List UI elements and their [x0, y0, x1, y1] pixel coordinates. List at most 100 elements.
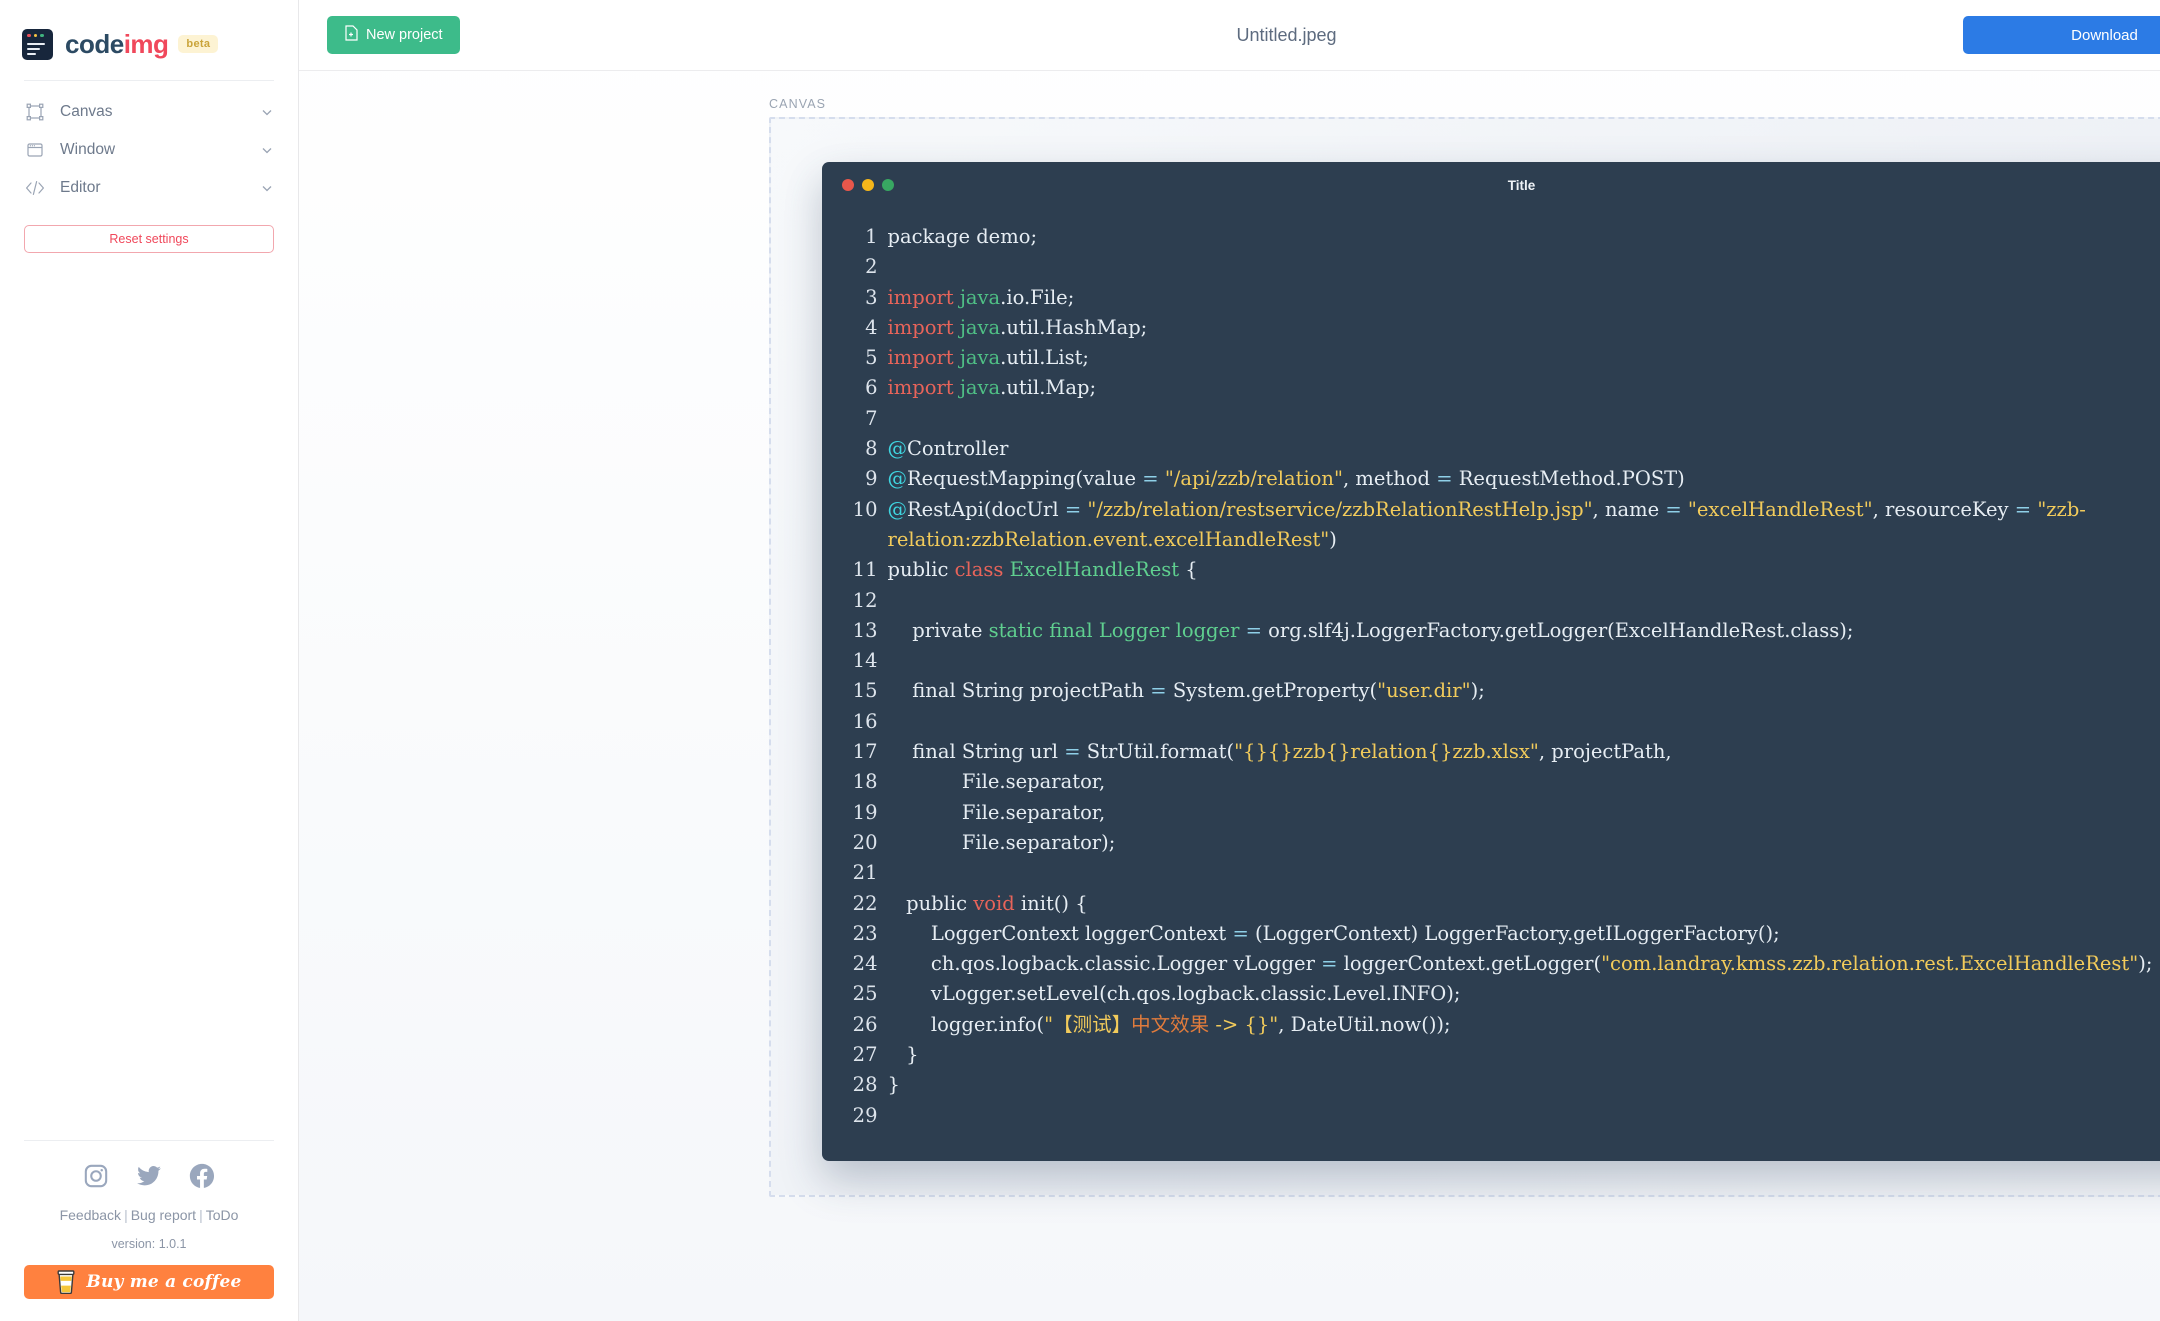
- coffee-cup-icon: [56, 1270, 76, 1295]
- code-line: 11 public class ExcelHandleRest {: [848, 555, 2160, 585]
- line-number: 6: [865, 376, 878, 400]
- reset-settings-button[interactable]: Reset settings: [24, 225, 274, 253]
- code-line-content: public void init() {: [888, 889, 2160, 919]
- code-line: 17 final String url = StrUtil.format("{}…: [848, 737, 2160, 767]
- code-token-plain: );: [2138, 952, 2153, 976]
- instagram-icon[interactable]: [83, 1163, 109, 1189]
- line-number: 17: [852, 740, 878, 764]
- beta-badge: beta: [178, 35, 219, 53]
- sidebar-item-window[interactable]: Window: [0, 131, 298, 169]
- code-token-plain: package demo;: [887, 225, 1038, 248]
- sidebar-item-window-label: Window: [60, 141, 116, 158]
- chevron-down-icon[interactable]: [260, 143, 274, 157]
- code-token-op: =: [1436, 467, 1453, 491]
- maximize-green-dot[interactable]: [881, 179, 894, 191]
- code-token-plain: final String projectPath: [887, 679, 1151, 703]
- todo-link[interactable]: ToDo: [206, 1207, 239, 1223]
- code-line: 21: [848, 858, 2160, 888]
- code-line-content: [888, 1101, 2160, 1131]
- code-line-content: ch.qos.logback.classic.Logger vLogger = …: [888, 949, 2160, 979]
- code-line: 14: [848, 646, 2160, 676]
- minimize-yellow-dot[interactable]: [861, 179, 874, 191]
- code-token-plain: private: [887, 618, 989, 642]
- sidebar-item-canvas-label: Canvas: [60, 103, 113, 120]
- code-line-content: vLogger.setLevel(ch.qos.logback.classic.…: [888, 979, 2160, 1009]
- line-number: 27: [852, 1043, 878, 1067]
- download-button[interactable]: Download: [1963, 16, 2160, 54]
- code-line-content: private static final Logger logger = org…: [888, 616, 2160, 646]
- line-number: 16: [852, 709, 878, 733]
- chevron-down-icon[interactable]: [260, 181, 274, 195]
- chevron-down-icon[interactable]: [260, 105, 274, 119]
- code-token-kw: class: [954, 558, 1004, 582]
- code-window-titlebar: Title: [822, 162, 2160, 208]
- sidebar-divider-bottom: [24, 1140, 274, 1141]
- code-line: 16: [848, 707, 2160, 737]
- code-token-plain: .util.Map;: [1000, 376, 1097, 400]
- code-line-content: import java.io.File;: [888, 283, 2160, 313]
- code-token-plain: final String url: [887, 740, 1065, 764]
- code-line-content: logger.info("【测试】中文效果 -> {}", DateUtil.n…: [888, 1010, 2160, 1040]
- code-line-content: package demo;: [888, 222, 2160, 252]
- code-token-plain: File.separator);: [887, 830, 1116, 854]
- line-number: 22: [852, 891, 878, 915]
- code-editor[interactable]: 1 package demo; 2 3 import java.io.File; 4 im…: [822, 208, 2160, 1161]
- code-line-content: File.separator,: [888, 767, 2160, 797]
- code-token-ann: @: [887, 497, 908, 521]
- new-project-label: New project: [366, 27, 443, 43]
- code-line-content: [888, 404, 2160, 434]
- code-line-content: @RequestMapping(value = "/api/zzb/relati…: [888, 464, 2160, 494]
- code-line-content: import java.util.Map;: [888, 373, 2160, 403]
- code-token-plain: , projectPath,: [1538, 740, 1672, 764]
- code-line: 2: [848, 252, 2160, 282]
- topbar: New project Untitled.jpeg Download: [299, 0, 2160, 71]
- code-token-plain: , name: [1592, 497, 1666, 521]
- code-token-plain: Controller: [907, 437, 1009, 461]
- code-window[interactable]: Title 1 package demo; 2 3 import java.io.Fi…: [821, 162, 2160, 1161]
- app-root: codeimg beta Canvas Window Editor Reset …: [0, 0, 2160, 1321]
- code-token-op: =: [2014, 497, 2032, 521]
- brand: codeimg beta: [0, 0, 298, 72]
- code-token-plain: File.separator,: [887, 800, 1106, 824]
- code-token-op: =: [1321, 952, 1338, 976]
- new-project-button[interactable]: New project: [327, 16, 460, 54]
- code-line: 8 @Controller: [848, 434, 2160, 464]
- buy-me-a-coffee-button[interactable]: Buy me a coffee: [24, 1265, 274, 1299]
- code-line-content: import java.util.HashMap;: [888, 313, 2160, 343]
- document-title[interactable]: Untitled.jpeg: [1236, 25, 1336, 46]
- code-token-str: "/zzb/relation/restservice/zzbRelationRe…: [1087, 497, 1593, 521]
- code-line: 23 LoggerContext loggerContext = (Logger…: [848, 919, 2160, 949]
- code-line: 22 public void init() {: [848, 889, 2160, 919]
- feedback-link[interactable]: Feedback: [60, 1207, 121, 1223]
- brand-name: codeimg: [65, 28, 169, 60]
- code-token-plain: }: [887, 1073, 900, 1097]
- line-number: 25: [852, 982, 878, 1006]
- code-token-str: ": [1044, 1012, 1054, 1036]
- code-token-type: static final: [988, 618, 1093, 642]
- code-token-str: -> {}": [1209, 1012, 1279, 1036]
- canvas-dropzone[interactable]: Title 1 package demo; 2 3 import java.io.Fi…: [769, 117, 2160, 1197]
- code-window-title[interactable]: Title: [1508, 178, 1536, 193]
- buy-me-a-coffee-label: Buy me a coffee: [86, 1272, 242, 1292]
- close-red-dot[interactable]: [841, 179, 854, 191]
- sidebar-item-canvas[interactable]: Canvas: [0, 93, 298, 131]
- code-token-op: =: [1665, 497, 1682, 521]
- facebook-icon[interactable]: [189, 1163, 215, 1189]
- code-line: 28}: [848, 1070, 2160, 1100]
- code-token-op: =: [1150, 679, 1167, 703]
- code-token-str: "com.landray.kmss.zzb.relation.rest.Exce…: [1601, 952, 2139, 976]
- code-line-content: [888, 707, 2160, 737]
- code-token-str: "user.dir": [1377, 679, 1471, 703]
- bug-report-link[interactable]: Bug report: [131, 1207, 196, 1223]
- line-number: 3: [865, 285, 878, 309]
- brand-name-part2: img: [123, 28, 169, 59]
- sidebar-item-editor[interactable]: Editor: [0, 169, 298, 207]
- footer-links: Feedback | Bug report | ToDo: [0, 1207, 298, 1223]
- code-line: 6 import java.util.Map;: [848, 373, 2160, 403]
- code-token-op: =: [1142, 467, 1159, 491]
- code-line: 1 package demo;: [848, 222, 2160, 252]
- sidebar-footer: Feedback | Bug report | ToDo version: 1.0.1 …: [0, 1140, 298, 1321]
- code-token-plain: .util.HashMap;: [1000, 315, 1148, 339]
- code-line: 3 import java.io.File;: [848, 283, 2160, 313]
- twitter-icon[interactable]: [135, 1163, 163, 1189]
